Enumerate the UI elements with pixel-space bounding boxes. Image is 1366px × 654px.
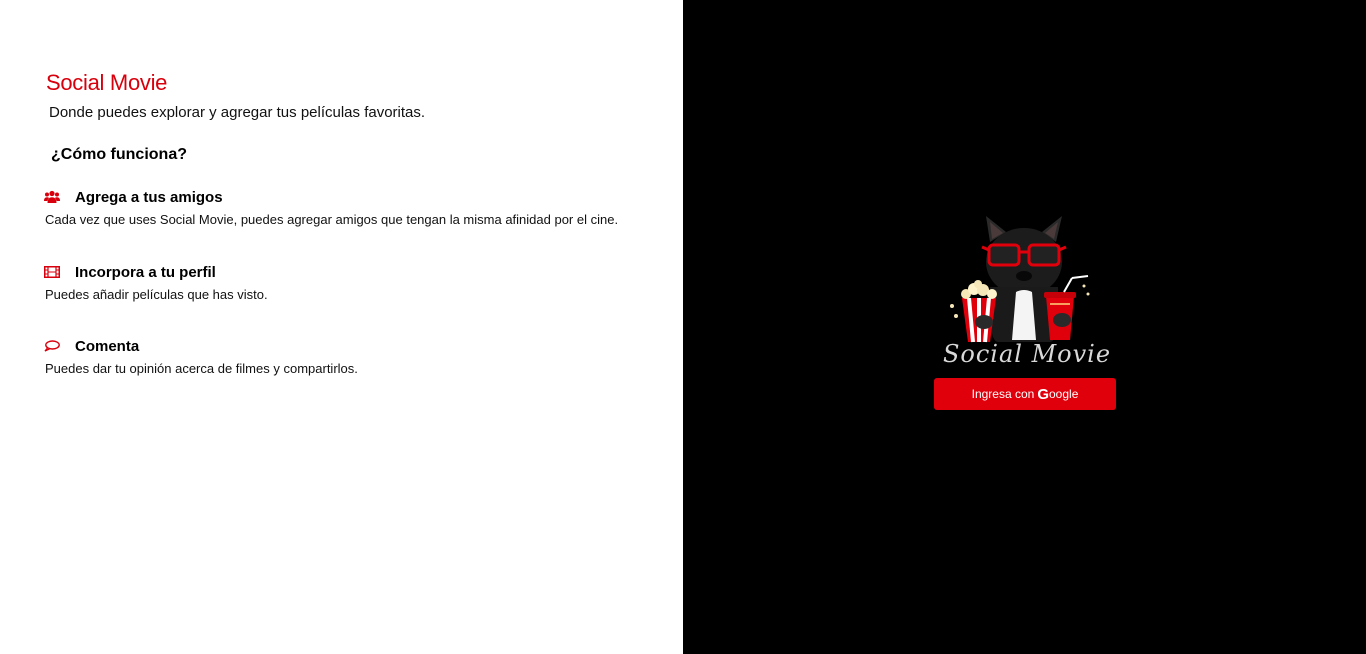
feature-title: Comenta [75, 337, 140, 355]
login-button-label: Ingresa con [971, 387, 1035, 401]
feature-description: Puedes añadir películas que has visto. [45, 287, 268, 302]
info-panel: Social Movie Donde puedes explorar y agr… [0, 0, 683, 654]
logo-text: Social Movie [942, 340, 1112, 368]
google-g-icon: G [1037, 385, 1049, 403]
page-title: Social Movie [46, 70, 168, 95]
dog-mascot-icon [950, 216, 1090, 343]
google-wordmark-rest: oogle [1049, 387, 1079, 401]
feature-title: Agrega a tus amigos [75, 188, 223, 206]
comment-icon [43, 338, 61, 354]
google-login-button[interactable]: Ingresa con Google [934, 378, 1116, 410]
feature-comment: Comenta Puedes dar tu opinión acerca de … [43, 335, 358, 376]
feature-description: Puedes dar tu opinión acerca de filmes y… [45, 361, 358, 376]
users-icon [43, 189, 61, 205]
feature-description: Cada vez que uses Social Movie, puedes a… [45, 212, 619, 227]
feature-title: Incorpora a tu perfil [75, 263, 216, 281]
feature-add-friends: Agrega a tus amigos Cada vez que uses So… [43, 186, 618, 227]
film-icon [43, 264, 61, 280]
how-it-works-heading: ¿Cómo funciona? [51, 146, 187, 163]
feature-add-to-profile: Incorpora a tu perfil Puedes añadir pelí… [43, 261, 268, 302]
social-movie-logo: Social Movie [938, 212, 1116, 374]
tagline: Donde puedes explorar y agregar tus pelí… [49, 104, 426, 121]
